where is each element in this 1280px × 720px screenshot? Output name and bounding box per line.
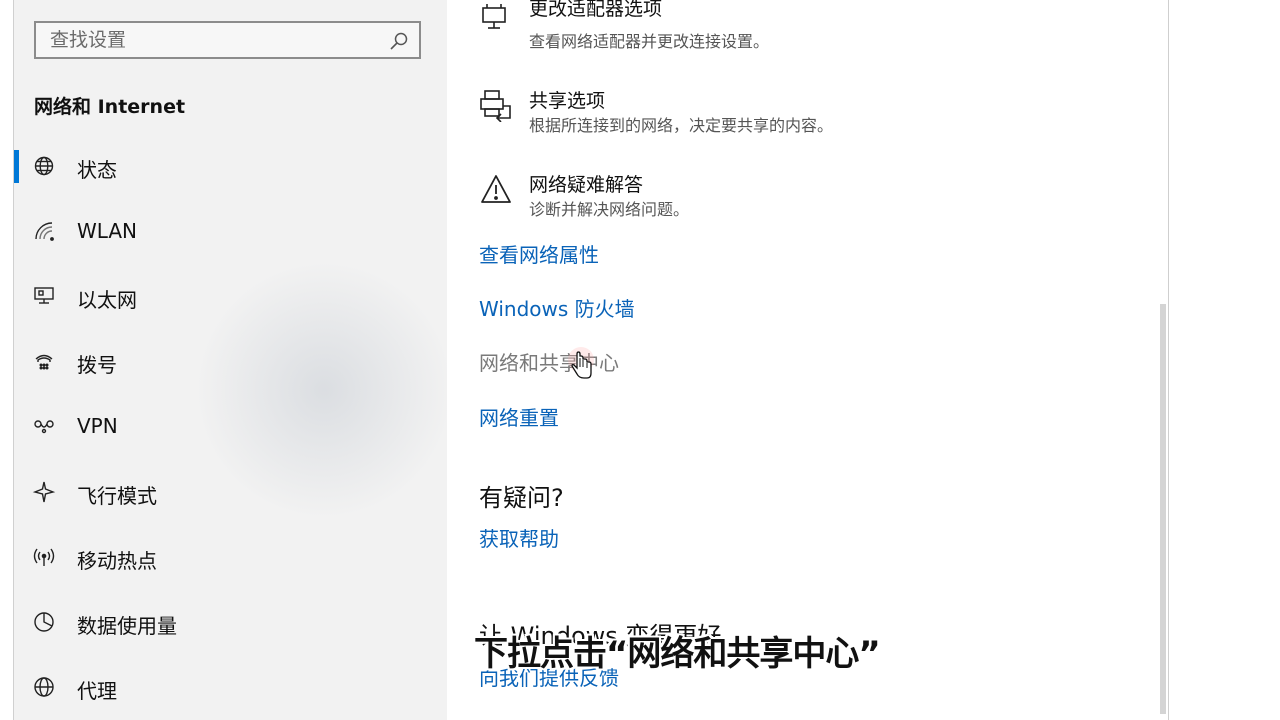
- network-sharing-center-link[interactable]: 网络和共享中心: [479, 347, 619, 376]
- sidebar-item-hotspot[interactable]: 移动热点: [14, 533, 447, 585]
- sharing-icon: [480, 90, 511, 122]
- setting-description: 根据所连接到的网络，决定要共享的内容。: [529, 116, 834, 135]
- setting-title: 网络疑难解答: [529, 174, 644, 196]
- ethernet-icon: [34, 287, 54, 304]
- sidebar-item-ethernet[interactable]: 以太网: [14, 272, 447, 324]
- setting-change-adapter-options[interactable]: 更改适配器选项 查看网络适配器并更改连接设置。: [479, 0, 1139, 62]
- search-input[interactable]: [36, 23, 390, 57]
- sidebar-item-status[interactable]: 状态: [14, 142, 447, 194]
- data-usage-icon: [34, 612, 54, 632]
- sidebar: 网络和 Internet 状态 WLAN 以太网: [14, 0, 447, 720]
- sidebar-item-airplane[interactable]: 飞行模式: [14, 468, 447, 520]
- scrollbar-thumb[interactable]: [1160, 304, 1166, 714]
- sidebar-item-proxy[interactable]: 代理: [14, 663, 447, 715]
- vpn-icon: [34, 420, 54, 434]
- globe-icon: [34, 156, 54, 176]
- sidebar-item-label: 状态: [77, 158, 117, 182]
- desktop-background: [1169, 0, 1280, 720]
- sidebar-item-vpn[interactable]: VPN: [14, 402, 447, 454]
- help-heading: 有疑问?: [479, 484, 564, 512]
- sidebar-item-label: WLAN: [77, 219, 138, 243]
- setting-title: 更改适配器选项: [529, 0, 663, 20]
- setting-description: 查看网络适配器并更改连接设置。: [529, 32, 770, 51]
- section-title: 网络和 Internet: [34, 96, 186, 118]
- sidebar-item-dialup[interactable]: 拨号: [14, 337, 447, 389]
- adapter-icon: [482, 4, 506, 29]
- sidebar-item-label: 代理: [77, 679, 117, 703]
- sidebar-item-label: 数据使用量: [77, 614, 177, 638]
- sidebar-item-wlan[interactable]: WLAN: [14, 207, 447, 259]
- wifi-icon: [35, 222, 54, 241]
- sidebar-item-label: 飞行模式: [77, 484, 157, 508]
- warning-icon: [481, 175, 511, 203]
- proxy-globe-icon: [34, 677, 54, 697]
- view-network-properties-link[interactable]: 查看网络属性: [479, 239, 599, 268]
- setting-description: 诊断并解决网络问题。: [529, 200, 690, 219]
- video-caption: 下拉点击“网络和共享中心”: [474, 634, 881, 674]
- airplane-icon: [32, 481, 56, 503]
- windows-firewall-link[interactable]: Windows 防火墙: [479, 293, 635, 322]
- network-reset-link[interactable]: 网络重置: [479, 402, 559, 431]
- sidebar-item-label: VPN: [77, 414, 118, 438]
- dialup-icon: [35, 354, 53, 370]
- main-content: 更改适配器选项 查看网络适配器并更改连接设置。 共享选项 根据所连接到的网络，决…: [447, 0, 1168, 720]
- setting-network-troubleshooter[interactable]: 网络疑难解答 诊断并解决网络问题。: [479, 170, 1139, 230]
- setting-title: 共享选项: [529, 90, 606, 112]
- hotspot-icon: [33, 548, 55, 566]
- window-left-border: [0, 0, 14, 720]
- search-icon[interactable]: [389, 31, 409, 51]
- sidebar-item-label: 移动热点: [77, 549, 157, 573]
- setting-sharing-options[interactable]: 共享选项 根据所连接到的网络，决定要共享的内容。: [479, 86, 1139, 146]
- hand-cursor-icon: [568, 347, 594, 379]
- sidebar-item-label: 拨号: [77, 353, 117, 377]
- sidebar-item-data-usage[interactable]: 数据使用量: [14, 598, 447, 650]
- get-help-link[interactable]: 获取帮助: [479, 523, 559, 552]
- search-box[interactable]: [34, 21, 421, 59]
- sidebar-item-label: 以太网: [77, 288, 137, 312]
- selected-indicator: [14, 150, 19, 183]
